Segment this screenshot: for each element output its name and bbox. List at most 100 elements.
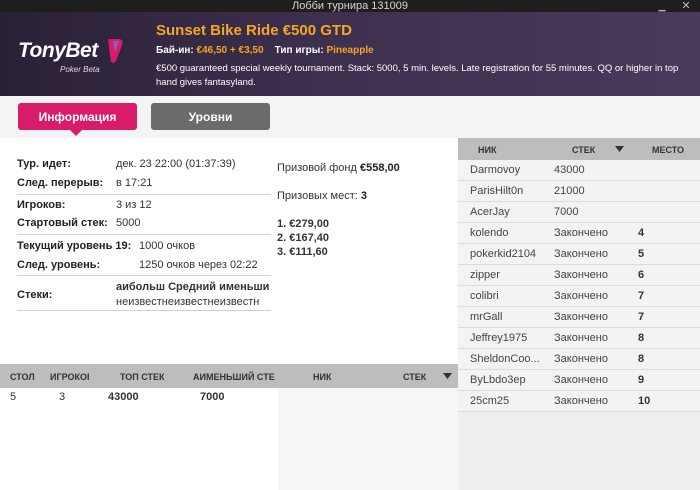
player-stack: Закончено xyxy=(554,311,608,323)
chevron-down-icon[interactable] xyxy=(443,373,452,379)
prize-pool: Призовой фонд €558,00 xyxy=(277,162,400,174)
table-min-stack: 7000 xyxy=(200,391,225,403)
prize-pool-value: €558,00 xyxy=(359,162,400,174)
player-nick: ByLbdo3ep xyxy=(470,374,526,386)
player-nick: pokerkid2104 xyxy=(470,248,537,260)
seat-list: НИК СТЕК xyxy=(278,364,458,490)
player-row[interactable]: colibri Закончено 7 xyxy=(458,286,700,307)
player-nick: ParisHilt0n xyxy=(470,185,524,197)
break-value: в 17:21 xyxy=(116,177,153,189)
player-row[interactable]: ByLbdo3ep Закончено 9 xyxy=(458,370,700,391)
player-nick: SheldonCoo... xyxy=(470,353,540,365)
player-nick: Darmovoy xyxy=(470,164,521,176)
player-stack: Закончено xyxy=(554,353,608,365)
player-stack: Закончено xyxy=(554,248,608,260)
player-row[interactable]: Darmovoy 43000 xyxy=(458,160,700,181)
player-place: 5 xyxy=(638,248,645,260)
break-label: След. перерыв: xyxy=(17,177,104,189)
tonybet-logo: TonyBet Poker Beta xyxy=(18,37,138,79)
player-row[interactable]: pokerkid2104 Закончено 5 xyxy=(458,244,700,265)
running-row: Тур. идет: xyxy=(17,158,71,170)
player-nick: colibri xyxy=(470,290,499,302)
seat-header: НИК СТЕК xyxy=(278,364,458,388)
window-title: Лобби турнира 131009 xyxy=(291,0,408,12)
running-value: дек. 23 22:00 (01:37:39) xyxy=(116,158,236,170)
player-row[interactable]: SheldonCoo... Закончено 8 xyxy=(458,349,700,370)
start-stack-row: Стартовый стек: xyxy=(17,217,108,229)
stacks-headers: аибольш Средний именьши xyxy=(116,281,270,293)
stacks-row: Стеки: xyxy=(17,289,52,301)
player-nick: zipper xyxy=(470,269,500,281)
player-stack: Закончено xyxy=(554,395,608,407)
tab-info[interactable]: Информация xyxy=(18,103,137,136)
players-count-row: Игроков: xyxy=(17,199,65,211)
tab-levels[interactable]: Уровни xyxy=(151,103,270,130)
game-type-value: Pineapple xyxy=(326,45,374,56)
player-place: 7 xyxy=(638,290,645,302)
prize-places-label: Призовых мест: xyxy=(277,190,358,202)
player-row[interactable]: 25cm25 Закончено 10 xyxy=(458,391,700,412)
player-row[interactable]: zipper Закончено 6 xyxy=(458,265,700,286)
player-nick: Jeffrey1975 xyxy=(470,332,528,344)
current-level-row: Текущий уровень 19: xyxy=(17,240,131,252)
player-place: 7 xyxy=(638,311,645,323)
tournament-description: €500 guaranteed special weekly tournamen… xyxy=(156,63,679,88)
player-place: 8 xyxy=(638,353,645,365)
break-row: След. перерыв: xyxy=(17,177,103,189)
player-row[interactable]: Jeffrey1975 Закончено 8 xyxy=(458,328,700,349)
prize-places: Призовых мест: 3 xyxy=(277,190,367,202)
window-titlebar: Лобби турнира 131009 ▁ ✕ xyxy=(0,0,700,12)
logo-brand: TonyBet xyxy=(18,39,98,62)
col-table[interactable]: СТОЛ xyxy=(10,372,35,382)
prize-places-value: 3 xyxy=(360,190,367,202)
players-count-label: Игроков: xyxy=(17,199,66,211)
running-label: Тур. идет: xyxy=(17,158,71,170)
current-level-label: Текущий уровень 19: xyxy=(17,240,132,252)
player-nick: mrGall xyxy=(470,311,503,323)
game-type-label: Тип игры: xyxy=(274,45,324,56)
tab-strip: Информация Уровни xyxy=(0,96,700,138)
col-nick[interactable]: НИК xyxy=(478,145,496,155)
player-place: 6 xyxy=(638,269,645,281)
col-seat-nick[interactable]: НИК xyxy=(313,372,331,382)
col-top-stack[interactable]: ТОП СТЕК xyxy=(120,372,165,382)
player-stack: 7000 xyxy=(554,206,579,218)
close-icon[interactable]: ✕ xyxy=(678,0,694,12)
prize-3: 3. €111,60 xyxy=(277,246,328,258)
players-header: НИК СТЕК МЕСТО xyxy=(458,138,700,160)
player-stack: Закончено xyxy=(554,332,608,344)
minimize-icon[interactable]: ▁ xyxy=(654,0,670,12)
table-number: 5 xyxy=(10,391,17,403)
current-level-value: 1000 очков xyxy=(139,240,196,252)
buyin-label: Бай-ин: xyxy=(156,45,194,56)
table-top-stack: 43000 xyxy=(108,391,139,403)
next-level-label: След. уровень: xyxy=(17,259,101,271)
player-nick: AcerJay xyxy=(470,206,510,218)
info-panel: Тур. идет: дек. 23 22:00 (01:37:39) След… xyxy=(0,138,458,364)
tables-list: СТОЛ ИГРОКОІ ТОП СТЕК АИМЕНЬШИЙ СТЕ 5 3 … xyxy=(0,364,278,490)
player-row[interactable]: kolendo Закончено 4 xyxy=(458,223,700,244)
buyin-value: €46,50 + €3,50 xyxy=(196,45,264,56)
player-stack: Закончено xyxy=(554,290,608,302)
col-min-stack[interactable]: АИМЕНЬШИЙ СТЕ xyxy=(193,372,275,382)
player-stack: 21000 xyxy=(554,185,585,197)
col-seat-stack[interactable]: СТЕК xyxy=(403,372,426,382)
divider xyxy=(17,194,271,195)
stacks-label: Стеки: xyxy=(17,289,53,301)
divider xyxy=(17,234,271,235)
next-level-row: След. уровень: xyxy=(17,259,100,271)
stacks-values: аибольш Средний именьши неизвестнеизвест… xyxy=(116,280,271,310)
player-nick: 25cm25 xyxy=(470,395,510,407)
player-row[interactable]: AcerJay 7000 xyxy=(458,202,700,223)
prize-pool-label: Призовой фонд xyxy=(277,162,357,174)
player-row[interactable]: ParisHilt0n 21000 xyxy=(458,181,700,202)
col-place[interactable]: МЕСТО xyxy=(652,145,684,155)
col-stack[interactable]: СТЕК xyxy=(572,145,595,155)
players-count-value: 3 из 12 xyxy=(116,199,152,211)
player-row[interactable]: mrGall Закончено 7 xyxy=(458,307,700,328)
player-stack: Закончено xyxy=(554,269,608,281)
player-stack: Закончено xyxy=(554,374,608,386)
chevron-down-icon[interactable] xyxy=(615,146,624,152)
logo-subtitle: Poker Beta xyxy=(60,65,100,74)
col-players[interactable]: ИГРОКОІ xyxy=(50,372,89,382)
